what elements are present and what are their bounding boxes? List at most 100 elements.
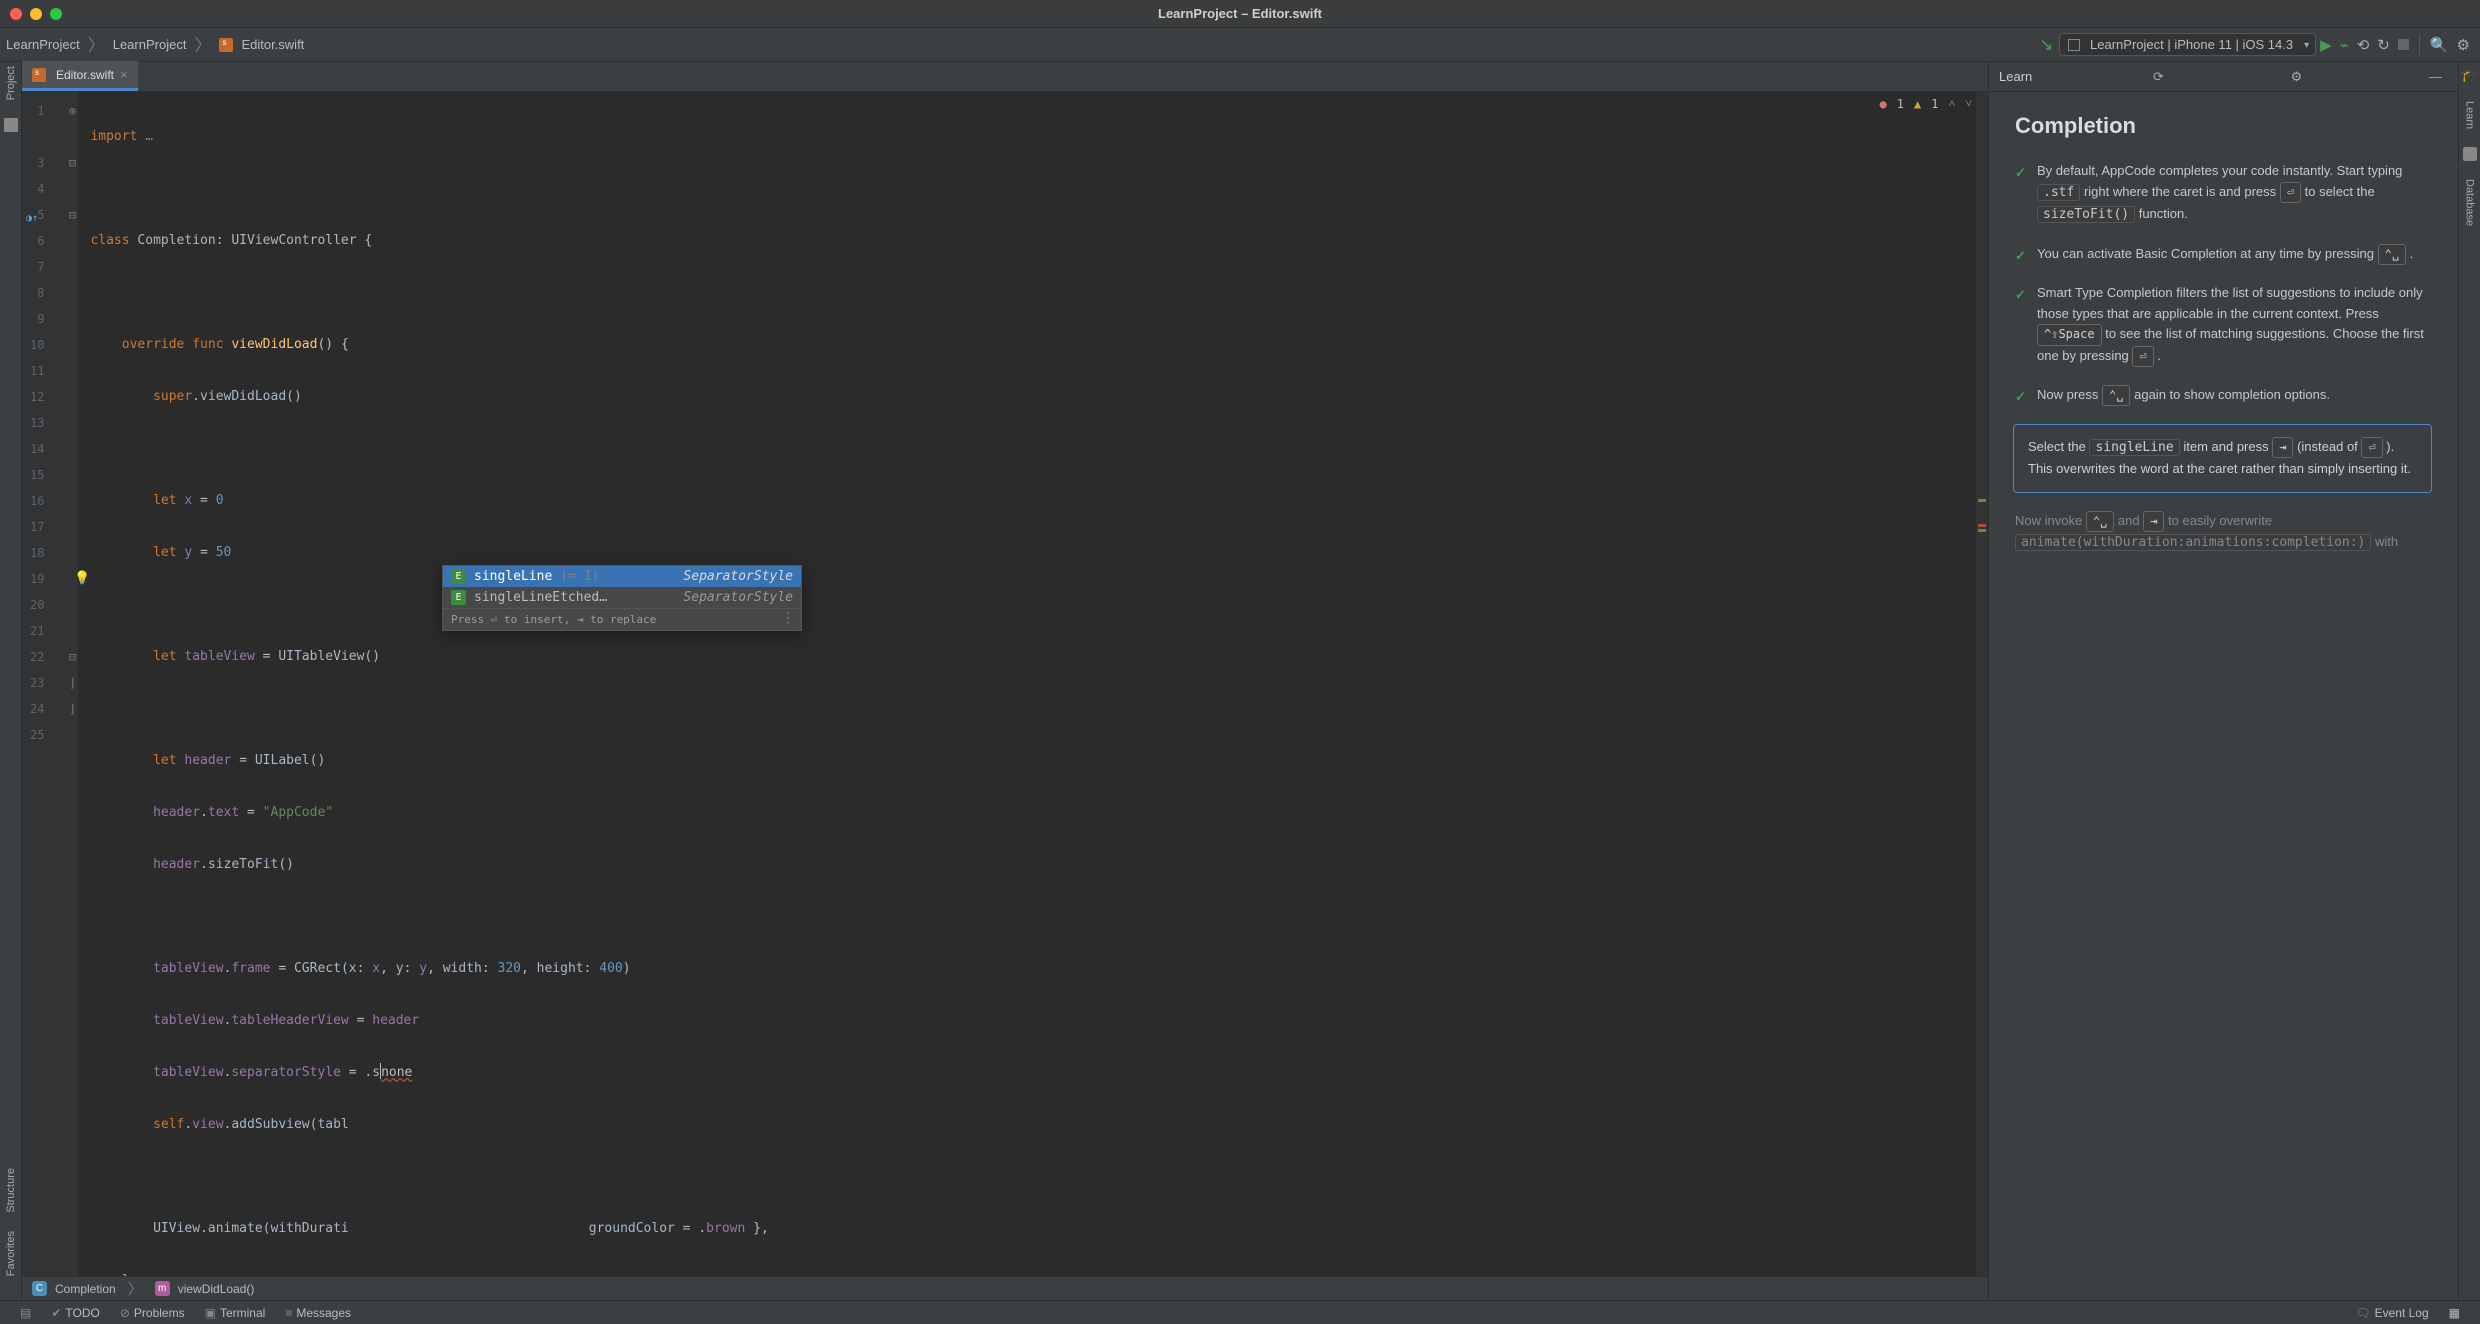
todo-window[interactable]: ✔TODO [41,1306,110,1320]
zoom-window-icon[interactable] [50,8,62,20]
completion-item[interactable]: E singleLineEtched… SeparatorStyle [443,587,801,608]
breadcrumb-folder[interactable]: LearnProject [113,37,187,52]
project-icon[interactable] [4,118,18,132]
breadcrumb-file[interactable]: Editor.swift [241,37,304,52]
completion-name: singleLineEtched… [474,590,607,605]
breadcrumb-root[interactable]: LearnProject [6,37,80,52]
check-icon: ✓ [2015,163,2026,184]
status-bar: ▤ ✔TODO ⊘Problems ▣Terminal ≡Messages 🗨E… [0,1300,2480,1324]
code-body[interactable]: import … class Completion: UIViewControl… [78,92,1976,1276]
nav-breadcrumb: LearnProject 〉 LearnProject 〉 Editor.swi… [6,32,304,57]
popup-menu-icon[interactable]: ⋮ [781,610,795,626]
lesson-step: ✓ Now press ⌃␣ again to show completion … [2015,385,2434,406]
fold-icon[interactable]: ⊟ [66,150,78,176]
lesson-task-active: Select the singleLine item and press ⇥ (… [2013,424,2432,493]
breadcrumb-class[interactable]: Completion [55,1282,116,1296]
prev-highlight-icon[interactable]: ˄ [1948,96,1955,111]
run-config-select[interactable]: LearnProject | iPhone 11 | iOS 14.3 ▾ [2059,33,2316,56]
next-highlight-icon[interactable]: ˅ [1965,96,1972,111]
build-icon[interactable]: ↘ [2033,35,2059,55]
breadcrumb-separator-icon: 〉 [84,31,109,56]
problems-window[interactable]: ⊘Problems [110,1306,195,1320]
learn-icon[interactable]: 🎓 [2461,66,2478,83]
learn-panel-title: Learn [1999,69,2032,84]
lesson-step: ✓ Smart Type Completion filters the list… [2015,283,2434,367]
project-tool-window[interactable]: Project [5,66,17,100]
swift-file-icon [219,38,233,52]
minimize-panel-icon[interactable]: — [2423,69,2448,84]
settings-icon[interactable]: ⚙ [2453,36,2474,54]
check-icon: ✓ [2015,246,2026,267]
stripe-warning-marker[interactable] [1978,529,1986,532]
editor-tabs: Editor.swift × [22,62,1988,92]
lesson-step: ✓ By default, AppCode completes your cod… [2015,161,2434,225]
breadcrumb-method[interactable]: viewDidLoad() [178,1282,255,1296]
database-tool-window[interactable]: Database [2464,179,2476,226]
completion-item[interactable]: E singleLine (= 1) SeparatorStyle [443,566,801,587]
event-log-window[interactable]: 🗨Event Log [2345,1306,2438,1320]
error-stripe[interactable] [1976,92,1988,1276]
error-count: 1 [1897,97,1904,111]
window-title: LearnProject – Editor.swift [1158,6,1322,21]
search-icon[interactable]: 🔍 [2426,36,2453,54]
coverage-icon[interactable]: ⟲ [2353,36,2374,54]
favorites-tool-window[interactable]: Favorites [5,1231,17,1276]
left-tool-strip: Project Structure Favorites [0,62,22,1300]
close-window-icon[interactable] [10,8,22,20]
fold-column: ⊕ ⊟ ⊟ ⊟ ⌋ ⌋ [64,92,78,1276]
statusbar-menu-icon[interactable]: ▤ [10,1306,41,1320]
device-icon [2068,39,2080,51]
code-editor[interactable]: ● 1 ▲ 1 ˄ ˅ 134 5◑↑ 678910 1112131415 16… [22,92,1988,1276]
learn-content[interactable]: Completion ✓ By default, AppCode complet… [1989,92,2458,1300]
warning-icon: ▲ [1914,97,1921,111]
completion-hint: Press ⏎ to insert, ⇥ to replace [443,608,801,630]
close-tab-icon[interactable]: × [120,67,128,82]
fold-icon[interactable]: ⊟ [66,644,78,670]
terminal-window[interactable]: ▣Terminal [195,1306,276,1320]
enum-icon: E [451,590,466,605]
window-controls [10,8,62,20]
fold-end-icon[interactable]: ⌋ [66,670,78,696]
breadcrumb-separator-icon: 〉 [124,1278,147,1299]
method-icon: m [155,1281,170,1296]
status-widget-icon[interactable]: ▦ [2439,1306,2470,1320]
chevron-down-icon: ▾ [2304,40,2309,51]
titlebar: LearnProject – Editor.swift [0,0,2480,28]
structure-tool-window[interactable]: Structure [5,1168,17,1213]
completion-name: singleLine [474,569,552,584]
stop-icon[interactable] [2398,39,2409,50]
error-icon: ● [1880,97,1887,111]
profile-icon[interactable]: ↻ [2373,36,2394,54]
database-icon[interactable] [2463,147,2477,161]
check-icon: ✓ [2015,387,2026,408]
swift-file-icon [32,68,46,82]
warning-count: 1 [1931,97,1938,111]
run-icon[interactable]: ▶ [2316,36,2336,54]
gutter: 134 5◑↑ 678910 1112131415 161718 19💡 202… [22,92,64,1276]
run-config-label: LearnProject | iPhone 11 | iOS 14.3 [2090,37,2293,52]
right-tool-strip: 🎓 Learn Database [2458,62,2480,1300]
tab-editor-swift[interactable]: Editor.swift × [22,61,138,91]
learn-tool-window[interactable]: Learn [2464,101,2476,129]
messages-window[interactable]: ≡Messages [275,1306,361,1320]
restart-lesson-icon[interactable]: ⟳ [2147,69,2170,85]
fold-icon[interactable]: ⊕ [66,98,78,124]
lesson-step-upcoming: Now invoke ⌃␣ and ⇥ to easily overwrite … [2015,511,2434,554]
settings-icon[interactable]: ⚙ [2285,69,2309,85]
debug-icon[interactable]: ⌁ [2336,36,2353,54]
editor-area: Editor.swift × ● 1 ▲ 1 ˄ ˅ 134 5◑↑ 67891… [22,62,1988,1300]
main-toolbar: LearnProject 〉 LearnProject 〉 Editor.swi… [0,28,2480,62]
separator [2419,35,2420,55]
enum-icon: E [451,569,466,584]
inspection-summary[interactable]: ● 1 ▲ 1 ˄ ˅ [1880,96,1973,111]
breadcrumb-separator-icon: 〉 [190,31,215,56]
fold-end-icon[interactable]: ⌋ [66,696,78,722]
completion-type: SeparatorStyle [683,569,793,584]
stripe-error-marker[interactable] [1978,524,1986,527]
stripe-warning-marker[interactable] [1978,499,1986,502]
fold-icon[interactable]: ⊟ [66,202,78,228]
completion-type: SeparatorStyle [683,590,793,605]
minimize-window-icon[interactable] [30,8,42,20]
completion-popup[interactable]: E singleLine (= 1) SeparatorStyle E sing… [442,565,802,631]
member-breadcrumb: C Completion 〉 m viewDidLoad() [22,1276,1988,1300]
